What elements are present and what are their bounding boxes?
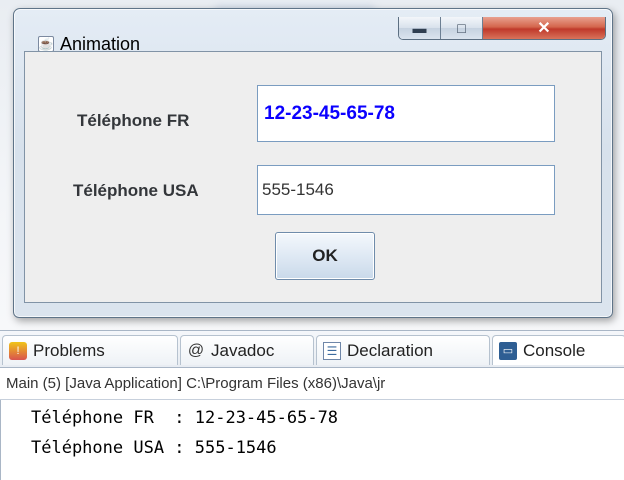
tab-console-label: Console [523, 340, 586, 360]
maximize-button[interactable]: □ [441, 17, 483, 39]
ok-button[interactable]: OK [275, 232, 375, 280]
tab-declaration[interactable]: ☰ Declaration [316, 335, 490, 365]
telephone-usa-label: Téléphone USA [73, 181, 199, 200]
tab-problems-label: Problems [33, 340, 105, 360]
form-panel: Téléphone FR 12-23-45-65-78 Téléphone US… [24, 51, 602, 303]
minimize-button[interactable]: ▬ [399, 17, 441, 39]
console-output[interactable]: Téléphone FR : 12-23-45-65-78 Téléphone … [0, 400, 624, 480]
minimize-icon: ▬ [412, 20, 427, 36]
telephone-fr-label: Téléphone FR [77, 111, 190, 130]
views-tab-bar: ! Problems @ Javadoc ☰ Declaration ▭ Con… [0, 330, 624, 368]
tab-declaration-label: Declaration [347, 340, 433, 360]
problems-icon: ! [9, 341, 27, 360]
animation-window: ☕ Animation ▬ □ ✕ Téléphone FR 12-23-45-… [13, 8, 613, 318]
close-icon: ✕ [537, 20, 551, 37]
at-icon: @ [187, 341, 205, 359]
tab-javadoc[interactable]: @ Javadoc [180, 335, 314, 365]
console-icon: ▭ [499, 341, 517, 360]
telephone-fr-field[interactable]: 12-23-45-65-78 [257, 85, 555, 142]
window-controls: ▬ □ ✕ [398, 17, 606, 40]
java-icon: ☕ [38, 36, 54, 52]
close-button[interactable]: ✕ [483, 17, 605, 39]
console-header: Main (5) [Java Application] C:\Program F… [0, 368, 624, 400]
console-line: Téléphone USA : 555-1546 [31, 438, 277, 458]
maximize-icon: □ [457, 20, 466, 36]
tab-console[interactable]: ▭ Console [492, 335, 624, 365]
telephone-usa-field[interactable]: 555-1546 [257, 165, 555, 215]
tab-problems[interactable]: ! Problems [2, 335, 178, 365]
tab-javadoc-label: Javadoc [211, 340, 275, 360]
declaration-icon: ☰ [323, 341, 341, 360]
console-line: Téléphone FR : 12-23-45-65-78 [31, 408, 339, 428]
title-bar[interactable]: ☕ Animation ▬ □ ✕ [14, 9, 612, 54]
